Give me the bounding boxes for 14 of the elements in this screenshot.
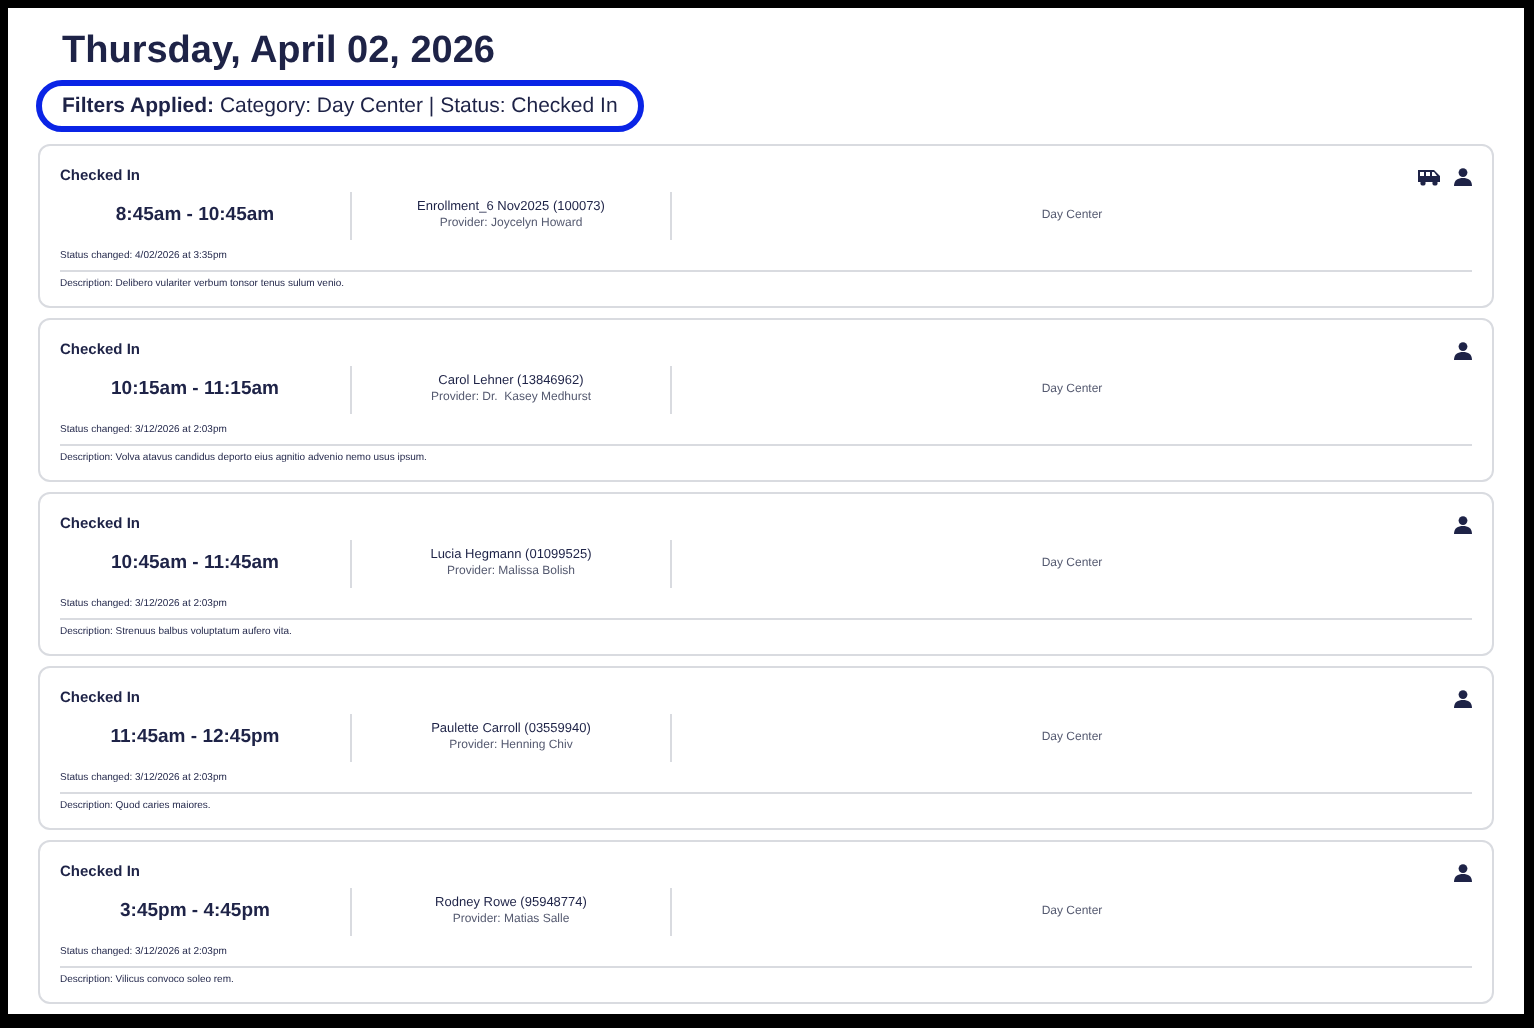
appointment-card[interactable] (38, 318, 1494, 482)
time-range: 8:45am - 10:45am (115, 201, 275, 230)
time-range: 11:45am - 12:45pm (110, 723, 280, 752)
filters-summary: Filters Applied: Category: Day Center | Status: Checked In (36, 80, 644, 132)
time-range: 10:45am - 11:45am (111, 549, 279, 578)
person-icon (1454, 689, 1472, 707)
time-range: 10:15am - 11:15am (111, 375, 279, 404)
person-icon (1454, 341, 1472, 359)
person-icon (1454, 167, 1472, 185)
van-icon (1416, 167, 1442, 185)
time-range: 3:45pm - 4:45pm (120, 897, 270, 926)
person-icon (1454, 863, 1472, 881)
person-icon (1454, 515, 1472, 533)
page-title: Thursday, April 02, 2026 (62, 28, 495, 76)
